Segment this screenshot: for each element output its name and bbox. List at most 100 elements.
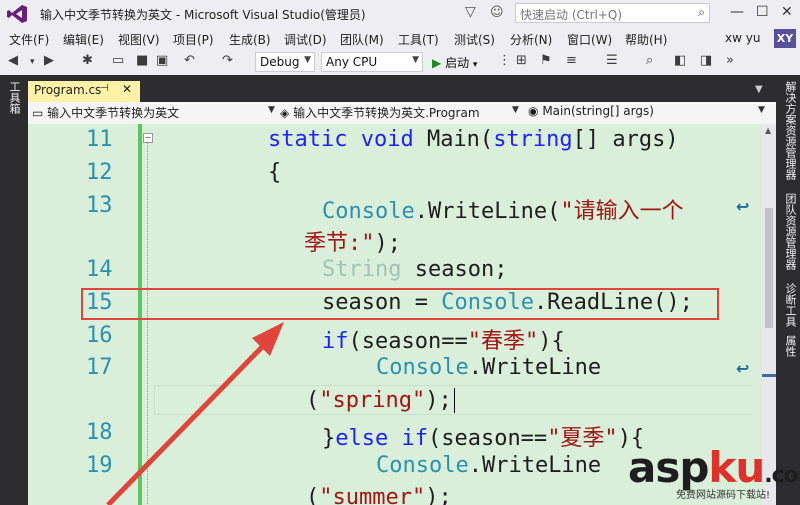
scrollbar-thumb[interactable] [765,208,773,328]
code-token: else if [335,426,428,451]
menu-window[interactable]: 窗口(W) [567,31,612,48]
uncomment-icon[interactable]: ☰ [606,53,618,68]
code-line-16: if(season=="春季"){ [322,323,565,355]
word-wrap-icon: ↩ [736,197,750,216]
outline-guide [147,140,148,505]
bookmark-prev-icon[interactable]: ◧ [674,53,686,68]
code-line-19-wrap: ("summer"); [306,485,452,505]
code-token: "春季" [467,329,539,354]
code-line-14: String season; [322,257,507,282]
play-icon: ▶ [432,56,442,70]
save-all-icon[interactable]: ▣ [156,53,168,68]
menu-help[interactable]: 帮助(H) [625,31,667,48]
chevron-down-icon: ▼ [268,105,275,115]
configuration-select[interactable]: Debug ▼ [255,52,315,72]
left-panel-strip: 工具箱 [0,75,24,505]
pin-icon[interactable]: ⊣ [100,83,109,94]
method-icon: ◉ [528,104,539,118]
code-token: .WriteLine [468,355,602,380]
navigation-bar: ▭ 输入中文季节转换为英文 ▼ ◈ 输入中文季节转换为英文.Program ▼ … [28,102,776,125]
project-dropdown[interactable]: ▭ 输入中文季节转换为英文 ▼ [32,104,275,122]
line-number: 11 [86,127,113,152]
code-line-13: Console.WriteLine("请输入一个 [322,193,684,225]
menu-test[interactable]: 测试(S) [454,31,495,48]
scroll-up-icon[interactable]: ▲ [765,126,771,135]
toolbar-options-icon[interactable]: ⋮ [498,53,511,68]
code-token: (season== [427,426,548,451]
maximize-button[interactable]: ☐ [756,4,769,20]
watermark-subtitle: 免费网站源码下载站! [676,490,771,501]
code-token: "spring" [319,388,426,413]
close-button[interactable]: ✕ [781,4,793,20]
menu-team[interactable]: 团队(M) [340,31,384,48]
notification-filter-icon[interactable]: ▽ [465,4,476,20]
csharp-project-icon: ▭ [32,106,44,120]
user-name[interactable]: xw yu [725,31,760,45]
code-token: static void [268,127,414,152]
save-icon[interactable]: ■ [136,53,148,68]
class-icon: ◈ [280,106,290,120]
code-token: "请输入一个 [560,199,684,224]
toolbar-overflow-icon[interactable]: » [726,53,734,68]
menu-edit[interactable]: 编辑(E) [63,31,104,48]
undo-icon[interactable]: ↶ [184,53,195,68]
bookmark-icon[interactable]: ⚑ [540,53,552,68]
minimize-button[interactable]: — [730,4,744,20]
code-line-12: { [268,160,282,185]
solution-explorer-tab[interactable]: 解决方案资源管理器 [782,81,798,180]
quick-launch-input[interactable]: 快速启动 (Ctrl+Q) ⌕ [515,3,710,23]
tab-label: Program.cs [34,83,102,97]
avatar[interactable]: XY [774,29,796,48]
forward-icon[interactable]: ▶ [44,53,54,68]
code-token: [] args) [572,127,679,152]
team-explorer-tab[interactable]: 团队资源管理器 [782,193,798,270]
back-dropdown-icon[interactable]: ▾ [30,57,35,67]
new-project-icon[interactable]: ✱ [82,53,93,68]
menu-bar: 文件(F) 编辑(E) 视图(V) 项目(P) 生成(B) 调试(D) 团队(M… [0,28,800,49]
start-label: 启动 [445,56,470,70]
back-icon[interactable]: ◀ [8,53,18,68]
code-token: ); [374,231,402,256]
open-file-icon[interactable]: ▭ [112,53,124,68]
word-wrap-icon: ↩ [736,359,750,378]
code-token: Main( [413,127,494,152]
platform-value: Any CPU [326,55,378,69]
menu-debug[interactable]: 调试(D) [284,31,327,48]
platform-select[interactable]: Any CPU ▼ [321,52,423,72]
diagnostic-tools-tab[interactable]: 诊断工具 [782,283,798,327]
member-dropdown[interactable]: ◉ Main(string[] args) ▼ [528,104,768,122]
code-line-17: Console.WriteLine [376,355,601,380]
watermark-text: .com [764,463,800,488]
menu-file[interactable]: 文件(F) [9,31,49,48]
close-tab-icon[interactable]: ✕ [122,82,132,96]
code-token: "summer" [319,485,426,505]
menu-project[interactable]: 项目(P) [173,31,214,48]
menu-tools[interactable]: 工具(T) [398,31,439,48]
comment-icon[interactable]: ≡ [566,53,577,68]
code-line-11: static void Main(string[] args) [268,127,679,152]
menu-analyze[interactable]: 分析(N) [510,31,552,48]
class-dropdown[interactable]: ◈ 输入中文季节转换为英文.Program ▼ [280,104,520,122]
feedback-icon[interactable]: ☺ [490,5,504,20]
toolbox-tab[interactable]: 工具箱 [6,81,22,114]
start-button[interactable]: ▶ 启动 ▾ [432,54,477,71]
code-token: ( [306,388,320,413]
code-token: .WriteLine [468,453,602,478]
collapse-toggle-icon[interactable]: − [143,133,153,143]
bookmark-next-icon[interactable]: ◨ [700,53,712,68]
tab-list-dropdown-icon[interactable]: ▼ [755,84,763,95]
code-line-18: }else if(season=="夏季"){ [322,420,644,452]
menu-view[interactable]: 视图(V) [118,31,160,48]
code-token: "夏季" [547,426,618,451]
document-tab-strip: Program.cs ⊣ ✕ [24,75,776,102]
menu-build[interactable]: 生成(B) [229,31,271,48]
redo-icon[interactable]: ↷ [222,53,233,68]
line-number: 14 [86,257,113,282]
attach-icon[interactable]: ⊞ [516,53,527,68]
chevron-down-icon: ▾ [472,60,478,70]
right-panel-strip: 解决方案资源管理器 团队资源管理器 诊断工具 属性 [776,75,800,505]
search-icon: ⌕ [698,5,705,19]
tab-program-cs[interactable]: Program.cs ⊣ ✕ [28,81,140,102]
properties-tab[interactable]: 属性 [782,335,798,357]
find-icon[interactable]: ⌕ [646,53,653,68]
